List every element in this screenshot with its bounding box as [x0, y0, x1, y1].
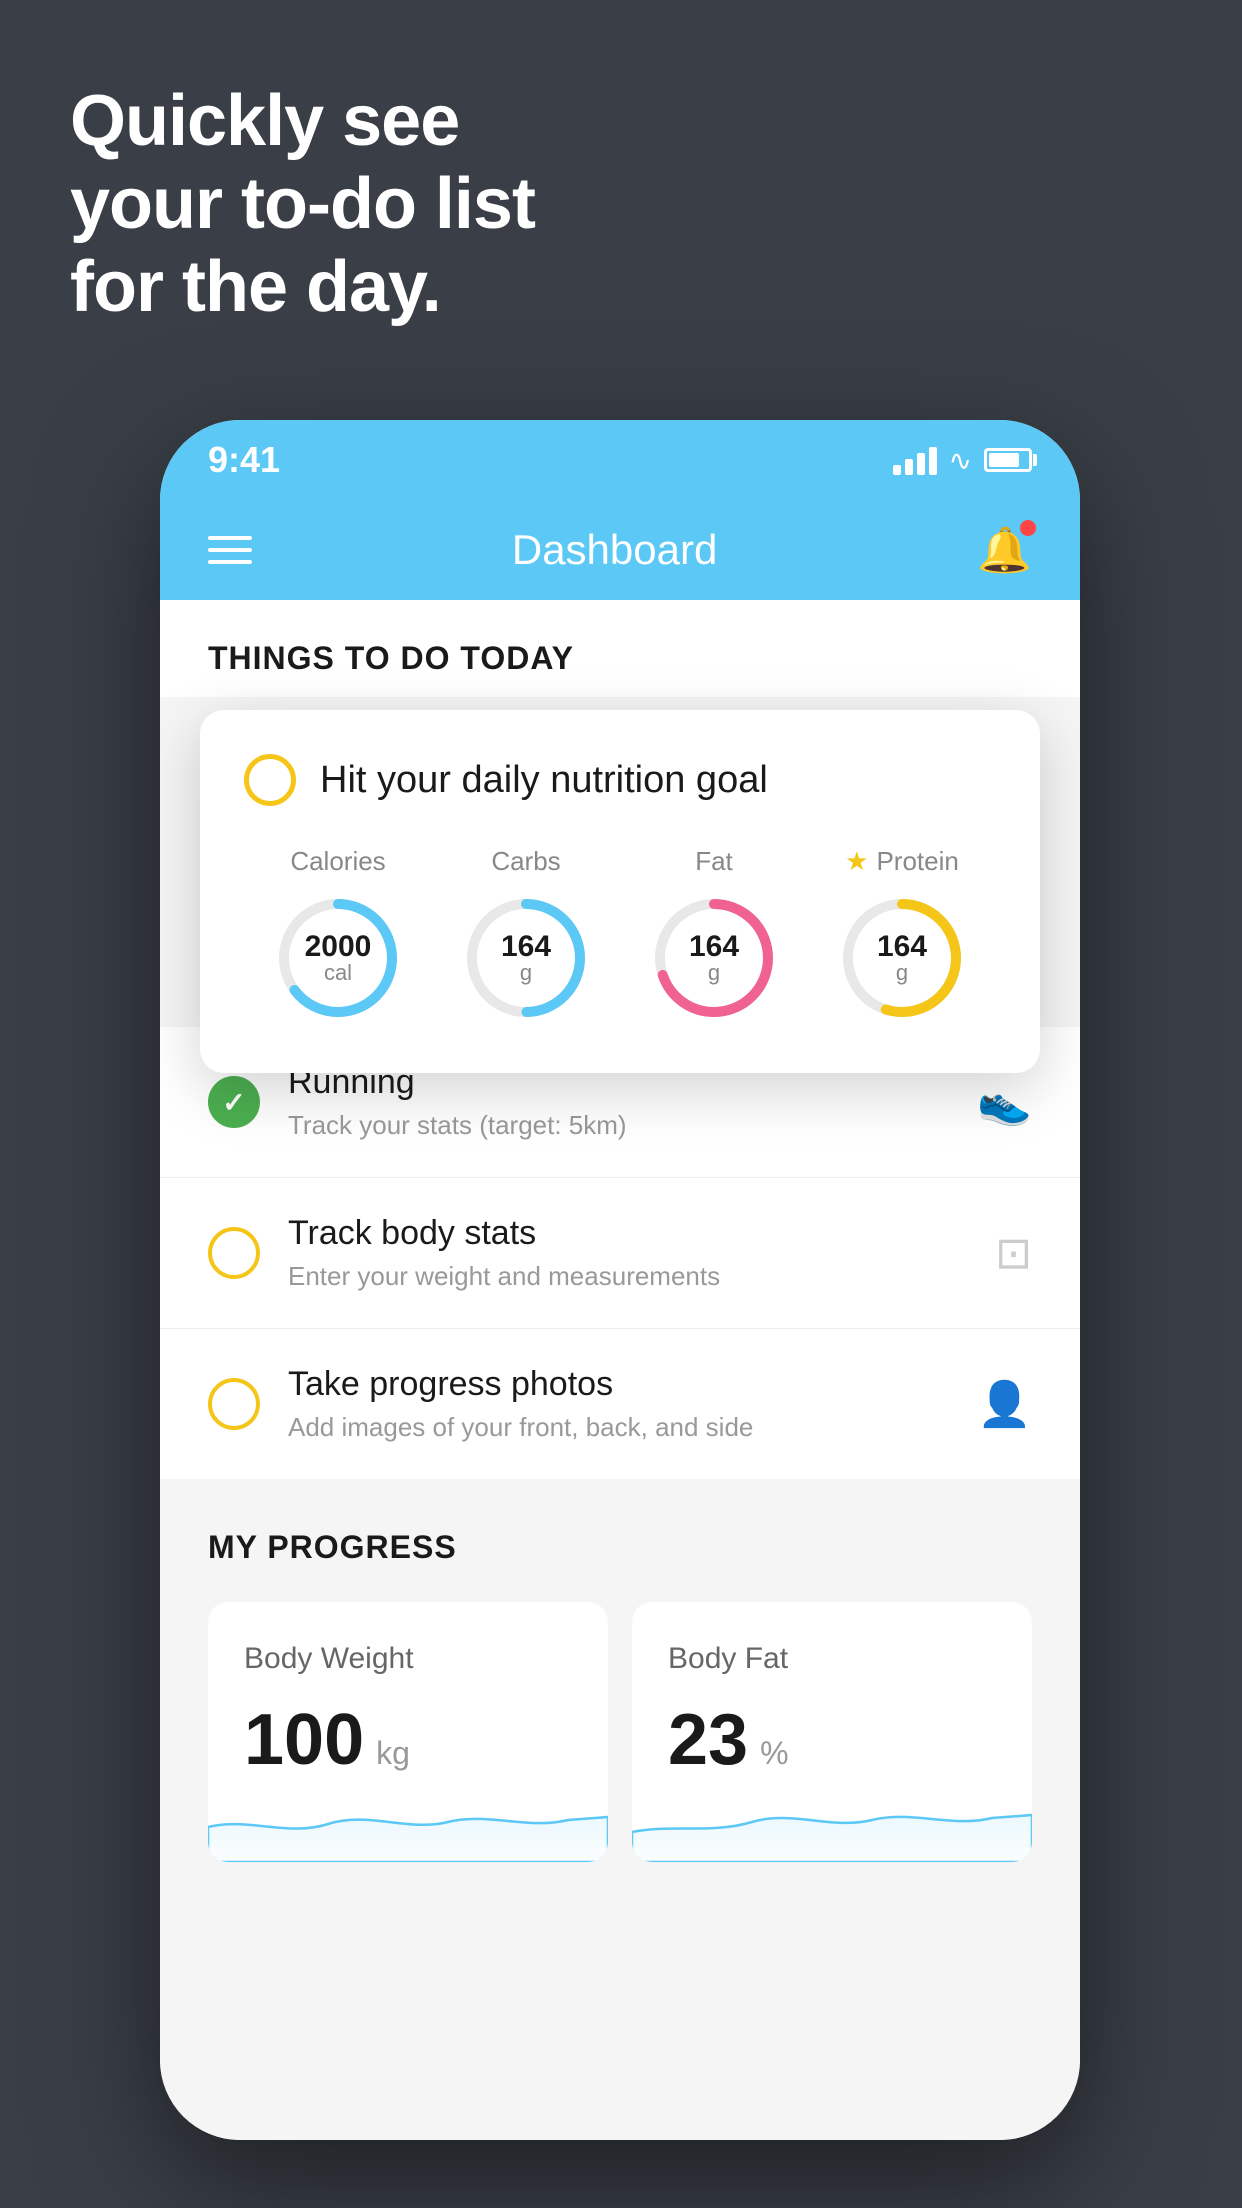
todo-radio-running[interactable] — [208, 1076, 260, 1128]
phone-frame: 9:41 ∿ Dashboard 🔔 — [160, 420, 1080, 2140]
todo-list: Running Track your stats (target: 5km) 👟… — [160, 1027, 1080, 1479]
hamburger-menu[interactable] — [208, 536, 252, 564]
body-fat-wave — [632, 1782, 1032, 1862]
hero-line1: Quickly see — [70, 80, 535, 163]
protein-ring: 164 g — [837, 893, 967, 1023]
body-weight-number: 100 — [244, 1704, 364, 1776]
status-time: 9:41 — [208, 439, 280, 481]
fat-ring: 164 g — [649, 893, 779, 1023]
carbs-stat: Carbs 164 g — [461, 846, 591, 1023]
body-fat-unit: % — [760, 1735, 788, 1772]
body-weight-wave — [208, 1782, 608, 1862]
status-icons: ∿ — [893, 444, 1032, 477]
todo-radio-body-stats[interactable] — [208, 1227, 260, 1279]
fat-unit: g — [689, 962, 739, 984]
star-icon: ★ — [845, 846, 868, 877]
carbs-label: Carbs — [491, 846, 560, 877]
running-icon: 👟 — [977, 1076, 1032, 1128]
carbs-unit: g — [501, 962, 551, 984]
body-weight-unit: kg — [376, 1735, 410, 1772]
todo-item-progress-photos[interactable]: Take progress photos Add images of your … — [160, 1329, 1080, 1479]
todo-info-running: Running Track your stats (target: 5km) — [288, 1063, 949, 1141]
nutrition-header: Hit your daily nutrition goal — [244, 754, 996, 806]
todo-name-body-stats: Track body stats — [288, 1214, 967, 1253]
photo-icon: 👤 — [977, 1378, 1032, 1430]
todo-info-body-stats: Track body stats Enter your weight and m… — [288, 1214, 967, 1292]
carbs-ring: 164 g — [461, 893, 591, 1023]
body-fat-number: 23 — [668, 1704, 748, 1776]
fat-value: 164 — [689, 932, 739, 962]
calories-label: Calories — [290, 846, 385, 877]
progress-cards: Body Weight 100 kg — [208, 1602, 1032, 1862]
todo-desc-running: Track your stats (target: 5km) — [288, 1110, 949, 1141]
todo-item-body-stats[interactable]: Track body stats Enter your weight and m… — [160, 1178, 1080, 1329]
body-fat-value-row: 23 % — [668, 1704, 996, 1776]
notification-bell[interactable]: 🔔 — [977, 524, 1032, 576]
nutrition-radio[interactable] — [244, 754, 296, 806]
protein-label: ★ Protein — [845, 846, 959, 877]
fat-stat: Fat 164 g — [649, 846, 779, 1023]
body-weight-value-row: 100 kg — [244, 1704, 572, 1776]
nutrition-stats: Calories 2000 cal — [244, 846, 996, 1023]
todo-radio-progress-photos[interactable] — [208, 1378, 260, 1430]
things-section-title: THINGS TO DO TODAY — [208, 640, 1032, 697]
protein-value: 164 — [877, 932, 927, 962]
notification-dot — [1020, 520, 1036, 536]
body-fat-card[interactable]: Body Fat 23 % — [632, 1602, 1032, 1862]
wifi-icon: ∿ — [949, 444, 972, 477]
nutrition-title: Hit your daily nutrition goal — [320, 759, 768, 802]
calories-stat: Calories 2000 cal — [273, 846, 403, 1023]
hero-line2: your to-do list — [70, 163, 535, 246]
progress-section: MY PROGRESS Body Weight 100 kg — [160, 1479, 1080, 1902]
status-bar: 9:41 ∿ — [160, 420, 1080, 500]
battery-icon — [984, 448, 1032, 472]
nav-bar: Dashboard 🔔 — [160, 500, 1080, 600]
calories-unit: cal — [305, 962, 372, 984]
body-weight-card[interactable]: Body Weight 100 kg — [208, 1602, 608, 1862]
fat-label: Fat — [695, 846, 733, 877]
body-fat-label: Body Fat — [668, 1642, 996, 1676]
protein-stat: ★ Protein 164 g — [837, 846, 967, 1023]
todo-desc-body-stats: Enter your weight and measurements — [288, 1261, 967, 1292]
progress-section-title: MY PROGRESS — [208, 1529, 1032, 1566]
todo-desc-progress-photos: Add images of your front, back, and side — [288, 1412, 949, 1443]
content-area: THINGS TO DO TODAY Hit your daily nutrit… — [160, 600, 1080, 2140]
hero-text: Quickly see your to-do list for the day. — [70, 80, 535, 328]
protein-unit: g — [877, 962, 927, 984]
phone-container: 9:41 ∿ Dashboard 🔔 — [160, 420, 1080, 2140]
things-section: THINGS TO DO TODAY — [160, 600, 1080, 697]
todo-info-progress-photos: Take progress photos Add images of your … — [288, 1365, 949, 1443]
scale-icon: ⊡ — [995, 1228, 1032, 1279]
hero-line3: for the day. — [70, 246, 535, 329]
nutrition-card[interactable]: Hit your daily nutrition goal Calories — [200, 710, 1040, 1073]
nav-title: Dashboard — [512, 526, 717, 574]
todo-name-progress-photos: Take progress photos — [288, 1365, 949, 1404]
body-weight-label: Body Weight — [244, 1642, 572, 1676]
signal-icon — [893, 445, 937, 475]
calories-ring: 2000 cal — [273, 893, 403, 1023]
calories-value: 2000 — [305, 932, 372, 962]
carbs-value: 164 — [501, 932, 551, 962]
